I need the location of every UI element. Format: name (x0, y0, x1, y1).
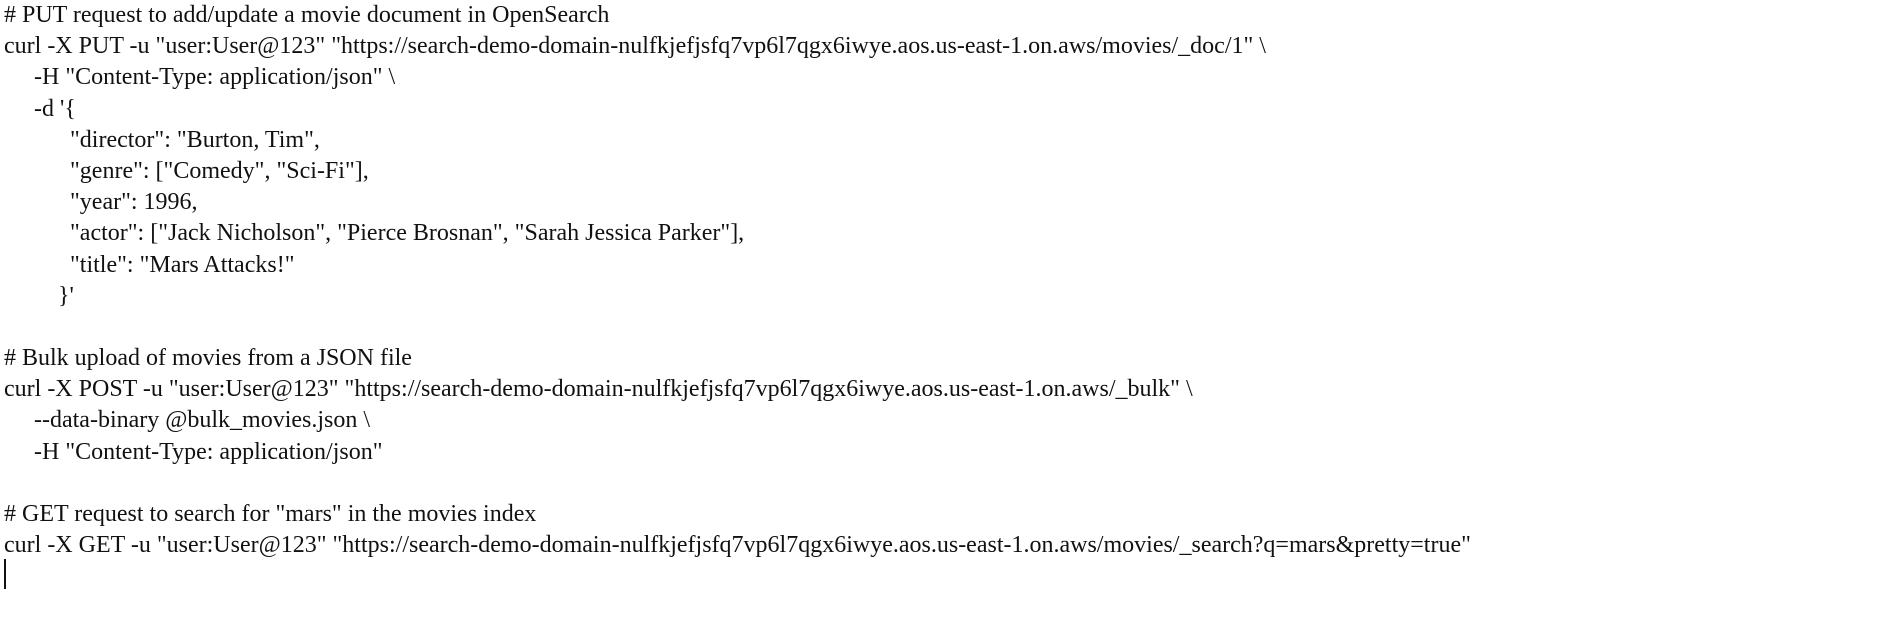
json-close-line: }' (58, 282, 74, 309)
comment-line: # GET request to search for "mars" in th… (4, 501, 537, 527)
text-editor[interactable]: # PUT request to add/update a movie docu… (0, 0, 1896, 618)
comment-line: # PUT request to add/update a movie docu… (4, 2, 610, 28)
data-option-line: -d '{ (34, 95, 76, 122)
json-field-line: "actor": ["Jack Nicholson", "Pierce Bros… (70, 220, 745, 247)
text-caret (4, 559, 6, 589)
json-field-line: "year": 1996, (70, 189, 198, 216)
header-option-line: -H "Content-Type: application/json" \ (34, 64, 396, 91)
json-field-line: "director": "Burton, Tim", (70, 126, 320, 153)
json-field-line: "genre": ["Comedy", "Sci-Fi"], (70, 157, 369, 184)
curl-command-line: curl -X POST -u "user:User@123" "https:/… (4, 376, 1193, 403)
json-field-line: "title": "Mars Attacks!" (70, 251, 295, 278)
comment-line: # Bulk upload of movies from a JSON file (4, 345, 412, 372)
curl-command-line: curl -X PUT -u "user:User@123" "https://… (4, 33, 1266, 60)
data-binary-option-line: --data-binary @bulk_movies.json \ (34, 407, 371, 434)
header-option-line: -H "Content-Type: application/json" (34, 438, 383, 465)
curl-command-line: curl -X GET -u "user:User@123" "https://… (4, 532, 1471, 559)
